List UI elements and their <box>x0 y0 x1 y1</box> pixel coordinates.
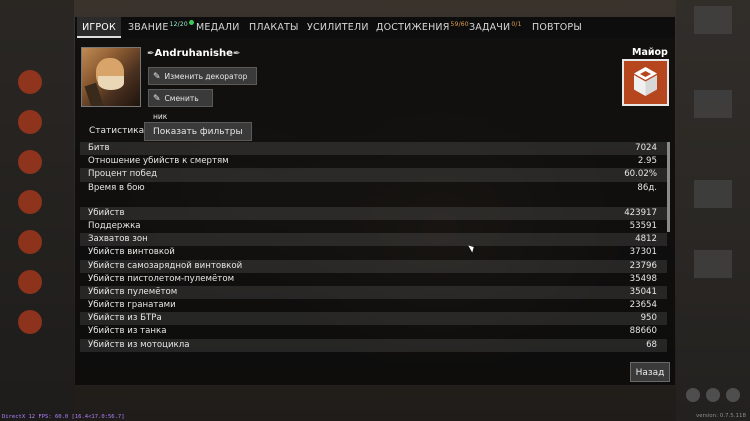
table-row: Убийств пулемётом 35041 <box>80 285 667 300</box>
right-sidebar-background <box>676 0 750 421</box>
table-row: Убийств 423917 <box>80 206 667 220</box>
control-icon <box>686 388 700 402</box>
feather-icon: ✒ <box>147 49 155 59</box>
control-icon <box>726 388 740 402</box>
squad-icon <box>18 270 42 294</box>
table-row: Убийств из БТРа 950 <box>80 312 667 326</box>
squad-icon <box>18 190 42 214</box>
menu-icon <box>694 6 732 34</box>
tab-replays[interactable]: ПОВТОРЫ <box>532 17 582 38</box>
squad-icon <box>18 70 42 94</box>
rank-icon[interactable] <box>622 59 669 106</box>
fps-counter: DirectX 12 FPS: 60.0 [16.4<17.0:56.7] <box>2 414 125 420</box>
squad-icon <box>18 230 42 254</box>
back-button[interactable]: Назад <box>630 362 670 382</box>
tab-tasks[interactable]: ЗАДАЧИ0/1 <box>469 17 522 38</box>
avatar[interactable] <box>81 47 141 107</box>
rank-name: Майор <box>632 47 668 58</box>
pencil-icon: ✎ <box>153 72 161 82</box>
squad-icon <box>18 150 42 174</box>
table-row: Битв 7024 <box>80 142 667 156</box>
change-nick-button[interactable]: ✎ Сменить ник <box>148 89 213 121</box>
table-row: Отношение убийств к смертям 2.95 <box>88 156 657 167</box>
stats-scrollbar[interactable] <box>667 142 670 232</box>
notification-dot-icon <box>188 20 194 25</box>
tab-player[interactable]: ИГРОК <box>77 17 121 38</box>
table-spacer <box>80 195 667 207</box>
pencil-icon: ✎ <box>153 94 161 104</box>
change-decorator-button[interactable]: ✎Изменить декоратор имени <box>148 67 257 99</box>
version-label: version: 0.7.5.118 <box>696 413 746 419</box>
stats-table: Битв 7024 Отношение убийств к смертям 2.95… <box>80 142 667 354</box>
table-row: Процент побед 60.02% <box>80 168 667 182</box>
table-row: Убийств из мотоцикла 68 <box>80 338 667 352</box>
control-icon <box>706 388 720 402</box>
table-row: Захватов зон 4812 <box>80 233 667 247</box>
tab-bar: ИГРОК ЗВАНИЕ12/20 МЕДАЛИ ПЛАКАТЫ УСИЛИТЕ… <box>75 17 675 38</box>
table-row: Поддержка 53591 <box>88 220 657 231</box>
table-row: Время в бою 86д. <box>88 182 657 193</box>
show-filters-button[interactable]: Показать фильтры <box>144 122 252 141</box>
table-row: Убийств самозарядной винтовкой 23796 <box>80 259 667 273</box>
tab-statistics[interactable]: Статистика <box>89 122 144 141</box>
tab-boosters[interactable]: УСИЛИТЕЛИ <box>307 17 369 38</box>
feather-icon: ✒ <box>232 49 241 59</box>
player-nickname: ✒Andruhanishe✒ <box>147 48 241 59</box>
table-row: Убийств пистолетом-пулемётом 35498 <box>88 273 657 284</box>
panel-icon <box>694 250 732 278</box>
panel-icon <box>694 90 732 118</box>
tab-posters[interactable]: ПЛАКАТЫ <box>249 17 299 38</box>
table-row: Убийств гранатами 23654 <box>88 300 657 311</box>
tab-medals[interactable]: МЕДАЛИ <box>196 17 240 38</box>
rank-insignia-icon <box>634 67 657 96</box>
squad-icon <box>18 310 42 334</box>
tab-rank[interactable]: ЗВАНИЕ12/20 <box>128 17 194 38</box>
table-row: Убийств винтовкой 37301 <box>88 247 657 258</box>
table-row: Убийств из танка 88660 <box>88 326 657 337</box>
panel-icon <box>694 180 732 208</box>
left-sidebar-background <box>0 0 74 421</box>
tab-achievements[interactable]: ДОСТИЖЕНИЯ59/60 <box>376 17 469 38</box>
squad-icon <box>18 110 42 134</box>
